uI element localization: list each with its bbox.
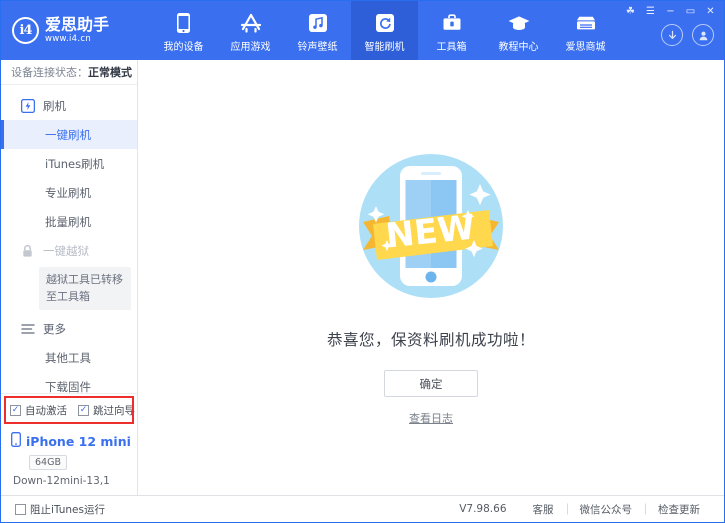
phone-icon — [176, 12, 191, 34]
sidebar-group-label: 一键越狱 — [43, 243, 89, 259]
sidebar-item-pro-flash[interactable]: 专业刷机 — [1, 178, 137, 207]
version-label: V7.98.66 — [459, 503, 506, 515]
device-name: iPhone 12 mini — [26, 434, 131, 449]
refresh-icon — [375, 12, 395, 34]
sidebar: 设备连接状态：正常模式 刷机 一键刷机 iTunes刷机 专业刷机 — [1, 60, 138, 495]
toolbox-icon — [441, 12, 463, 34]
logo-title: 爱思助手 — [45, 17, 109, 34]
sidebar-group-more[interactable]: 更多 — [1, 314, 137, 343]
success-message: 恭喜您，保资料刷机成功啦！ — [327, 328, 535, 350]
app-window: i4 爱思助手 www.i4.cn 我的设备 应用游戏 — [0, 0, 725, 523]
nav-item-toolbox[interactable]: 工具箱 — [418, 1, 485, 60]
checkbox-label: 跳过向导 — [93, 403, 135, 418]
close-icon[interactable]: ✕ — [705, 7, 716, 17]
connection-status-label: 设备连接状态： — [11, 64, 88, 80]
new-badge-illustration: NEW — [343, 138, 519, 314]
sidebar-item-batch-flash[interactable]: 批量刷机 — [1, 207, 137, 236]
nav-item-my-device[interactable]: 我的设备 — [150, 1, 217, 60]
sidebar-item-label: 下载固件 — [45, 379, 91, 394]
device-model: Down-12mini-13,1 — [13, 475, 137, 487]
connection-status: 设备连接状态：正常模式 — [1, 60, 137, 85]
nav-item-ringtone-wallpaper[interactable]: 铃声壁纸 — [284, 1, 351, 60]
sidebar-item-other-tools[interactable]: 其他工具 — [1, 343, 137, 372]
app-logo: i4 爱思助手 www.i4.cn — [1, 1, 138, 60]
lock-icon — [20, 243, 35, 258]
sidebar-options: ✓ 自动激活 ✓ 跳过向导 — [1, 393, 137, 426]
checkbox-box[interactable]: ✓ — [10, 405, 21, 416]
device-capacity: 64GB — [29, 455, 67, 470]
app-header: i4 爱思助手 www.i4.cn 我的设备 应用游戏 — [1, 1, 724, 60]
footer-link-support[interactable]: 客服 — [520, 502, 567, 517]
music-icon — [308, 12, 328, 34]
footer-link-check-update[interactable]: 检查更新 — [645, 502, 713, 517]
sidebar-item-one-key-flash[interactable]: 一键刷机 — [1, 120, 137, 149]
nav-label: 应用游戏 — [231, 38, 271, 53]
connection-status-value: 正常模式 — [88, 64, 132, 80]
footer-link-wechat[interactable]: 微信公众号 — [567, 502, 646, 517]
gift-icon[interactable]: ☘ — [625, 7, 636, 17]
sidebar-item-label: 其他工具 — [45, 350, 91, 366]
checkbox-block-itunes[interactable]: 阻止iTunes运行 — [15, 502, 105, 517]
flash-icon — [20, 98, 35, 113]
i4-logo-icon: i4 — [12, 17, 39, 44]
view-log-link[interactable]: 查看日志 — [409, 410, 453, 426]
nav-item-tutorial-center[interactable]: 教程中心 — [485, 1, 552, 60]
phone-icon — [11, 432, 21, 450]
nav-label: 我的设备 — [164, 38, 204, 53]
jailbreak-tip: 越狱工具已转移至工具箱 — [39, 267, 131, 310]
graduation-icon — [507, 12, 531, 34]
nav-item-app-games[interactable]: 应用游戏 — [217, 1, 284, 60]
sidebar-item-download-firmware[interactable]: 下载固件 — [1, 372, 137, 393]
nav-label: 爱思商城 — [566, 38, 606, 53]
nav-item-i4-shop[interactable]: 爱思商城 — [552, 1, 619, 60]
download-icon[interactable] — [661, 24, 683, 46]
checkbox-box[interactable]: ✓ — [78, 405, 89, 416]
nav-label: 智能刷机 — [365, 38, 405, 53]
sidebar-group-flash[interactable]: 刷机 — [1, 91, 137, 120]
main-nav: 我的设备 应用游戏 铃声壁纸 智能刷机 — [150, 1, 619, 60]
sidebar-group-label: 刷机 — [43, 98, 66, 114]
sidebar-item-label: iTunes刷机 — [45, 156, 104, 172]
checkbox-label: 阻止iTunes运行 — [30, 502, 105, 517]
header-right-controls: ☘ ☰ − ▭ ✕ — [625, 1, 716, 60]
appstore-icon — [239, 12, 263, 34]
logo-text: 爱思助手 www.i4.cn — [45, 17, 109, 45]
footer-links: V7.98.66 客服 微信公众号 检查更新 — [459, 502, 713, 517]
confirm-button[interactable]: 确定 — [384, 370, 478, 397]
checkbox-skip-wizard[interactable]: ✓ 跳过向导 — [78, 403, 135, 418]
minimize-icon[interactable]: − — [665, 7, 676, 17]
checkbox-auto-activate[interactable]: ✓ 自动激活 — [10, 403, 67, 418]
checkbox-box[interactable] — [15, 504, 26, 515]
nav-item-smart-flash[interactable]: 智能刷机 — [351, 1, 418, 60]
app-body: 设备连接状态：正常模式 刷机 一键刷机 iTunes刷机 专业刷机 — [1, 60, 724, 495]
device-info[interactable]: iPhone 12 mini 64GB Down-12mini-13,1 — [1, 426, 137, 495]
maximize-icon[interactable]: ▭ — [685, 7, 696, 17]
sidebar-item-itunes-flash[interactable]: iTunes刷机 — [1, 149, 137, 178]
sidebar-group-label: 更多 — [43, 321, 66, 337]
sidebar-item-label: 一键刷机 — [45, 127, 91, 143]
menu-icon[interactable]: ☰ — [645, 7, 656, 17]
nav-label: 工具箱 — [437, 38, 467, 53]
account-icon[interactable] — [692, 24, 714, 46]
app-footer: 阻止iTunes运行 V7.98.66 客服 微信公众号 检查更新 — [1, 495, 724, 522]
checkbox-label: 自动激活 — [25, 403, 67, 418]
sidebar-item-label: 批量刷机 — [45, 214, 91, 230]
account-row — [661, 24, 714, 46]
list-icon — [20, 321, 35, 336]
sidebar-menu: 刷机 一键刷机 iTunes刷机 专业刷机 批量刷机 — [1, 85, 137, 393]
nav-label: 教程中心 — [499, 38, 539, 53]
sidebar-group-jailbreak: 一键越狱 — [1, 236, 137, 265]
sidebar-item-label: 专业刷机 — [45, 185, 91, 201]
nav-label: 铃声壁纸 — [298, 38, 338, 53]
shop-icon — [574, 12, 598, 34]
logo-subtitle: www.i4.cn — [45, 35, 109, 44]
device-name-row: iPhone 12 mini — [11, 432, 137, 450]
window-buttons: ☘ ☰ − ▭ ✕ — [625, 4, 716, 19]
main-content: NEW 恭喜您，保资料刷机成功啦！ 确定 查看日志 — [138, 60, 724, 495]
